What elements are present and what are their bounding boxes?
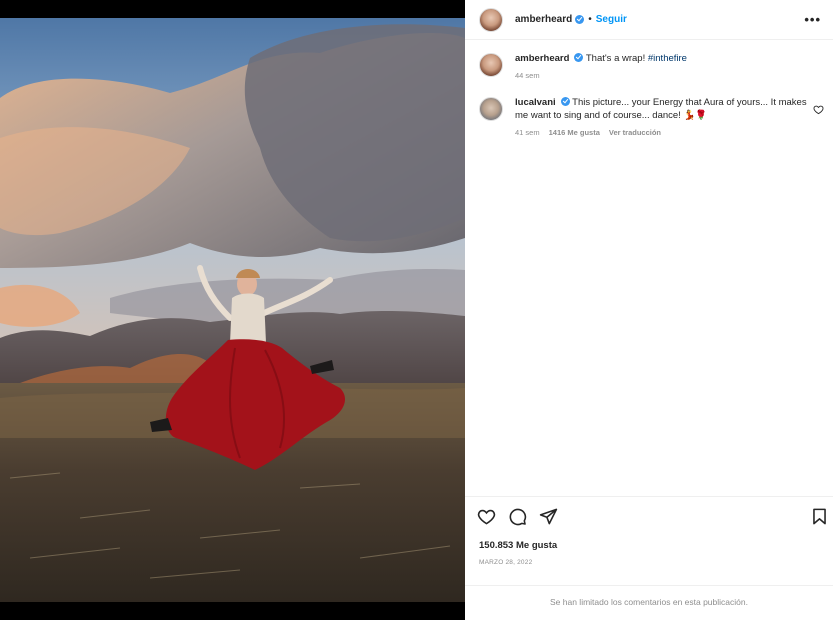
translate-link[interactable]: Ver traducción xyxy=(609,128,661,137)
like-count[interactable]: 150.853 Me gusta xyxy=(479,540,557,551)
verified-badge-icon xyxy=(560,97,570,106)
commenter-username[interactable]: lucalvani xyxy=(515,97,556,108)
caption-avatar[interactable] xyxy=(479,53,503,77)
follow-button[interactable]: Seguir xyxy=(596,14,627,25)
comment-like-heart-icon[interactable] xyxy=(813,104,824,115)
comment-item: lucalvani This picture... your Energy th… xyxy=(479,96,824,137)
separator-dot: • xyxy=(588,14,592,25)
verified-badge-icon xyxy=(574,53,584,62)
caption-text: amberheard That's a wrap! #inthefire xyxy=(515,52,815,65)
save-bookmark-icon[interactable] xyxy=(810,507,829,531)
post-date[interactable]: MARZO 28, 2022 xyxy=(479,559,532,566)
comment-bubble-icon[interactable] xyxy=(508,507,527,526)
caption-username[interactable]: amberheard xyxy=(515,53,569,64)
like-heart-icon[interactable] xyxy=(477,507,496,526)
action-icons xyxy=(477,507,558,526)
verified-badge-icon xyxy=(575,15,585,24)
comments-limited-notice: Se han limitado los comentarios en esta … xyxy=(465,585,833,617)
author-username[interactable]: amberheard xyxy=(515,14,572,25)
comment-time[interactable]: 41 sem xyxy=(515,128,540,137)
share-send-icon[interactable] xyxy=(539,507,558,526)
comment-body: This picture... your Energy that Aura of… xyxy=(515,97,807,121)
comment-text: lucalvani This picture... your Energy th… xyxy=(515,96,815,122)
caption-body: That's a wrap! xyxy=(585,53,646,64)
comment-meta: 41 sem 1416 Me gusta Ver traducción xyxy=(515,128,815,137)
post-photo[interactable] xyxy=(0,18,465,602)
commenter-avatar[interactable] xyxy=(479,97,503,121)
comments-list: amberheard That's a wrap! #inthefire 44 … xyxy=(465,52,833,153)
caption-comment: amberheard That's a wrap! #inthefire 44 … xyxy=(479,52,819,80)
author-avatar[interactable] xyxy=(479,7,503,32)
photo-scene xyxy=(0,18,465,602)
post-header: amberheard • Seguir ••• xyxy=(465,0,833,40)
hashtag-link[interactable]: #inthefire xyxy=(648,53,687,64)
caption-time[interactable]: 44 sem xyxy=(515,71,540,80)
post-modal: amberheard • Seguir ••• amberheard That'… xyxy=(0,0,833,620)
comment-likes[interactable]: 1416 Me gusta xyxy=(549,128,600,137)
post-actions: 150.853 Me gusta MARZO 28, 2022 Se han l… xyxy=(465,496,833,616)
more-options-icon[interactable]: ••• xyxy=(804,12,821,27)
caption-meta: 44 sem xyxy=(515,71,815,80)
post-side-panel: amberheard • Seguir ••• amberheard That'… xyxy=(465,0,833,620)
